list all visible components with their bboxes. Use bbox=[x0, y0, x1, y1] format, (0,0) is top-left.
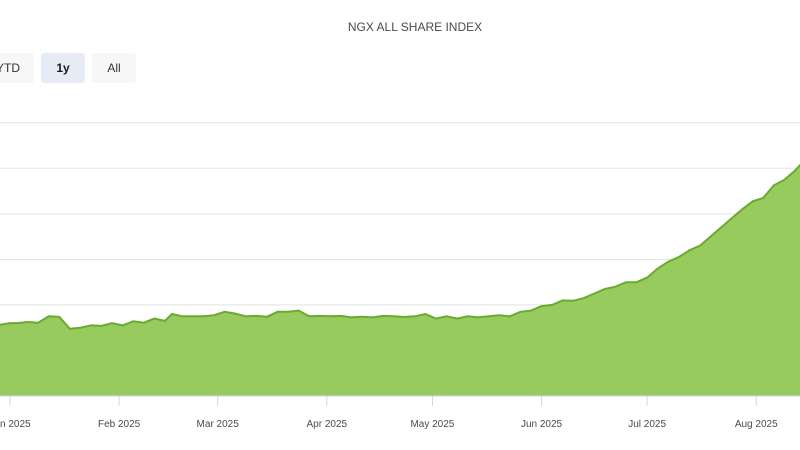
series-layer bbox=[0, 163, 800, 396]
x-tick-label: Jun 2025 bbox=[521, 419, 563, 430]
x-tick-label: May 2025 bbox=[410, 419, 454, 430]
x-tick-label: Jul 2025 bbox=[628, 419, 666, 430]
x-tick-label: Apr 2025 bbox=[307, 419, 348, 430]
x-tick-label: Aug 2025 bbox=[735, 419, 778, 430]
x-axis: Jan 2025 Feb 2025 Mar 2025 Apr 2025 May 2025… bbox=[0, 395, 800, 430]
x-tick-label: Jan 2025 bbox=[0, 419, 31, 430]
x-tick-label: Feb 2025 bbox=[98, 419, 141, 430]
x-tick-label: Mar 2025 bbox=[197, 419, 240, 430]
area-fill bbox=[0, 165, 800, 396]
area-chart: Jan 2025 Feb 2025 Mar 2025 Apr 2025 May 2025… bbox=[0, 122, 800, 430]
